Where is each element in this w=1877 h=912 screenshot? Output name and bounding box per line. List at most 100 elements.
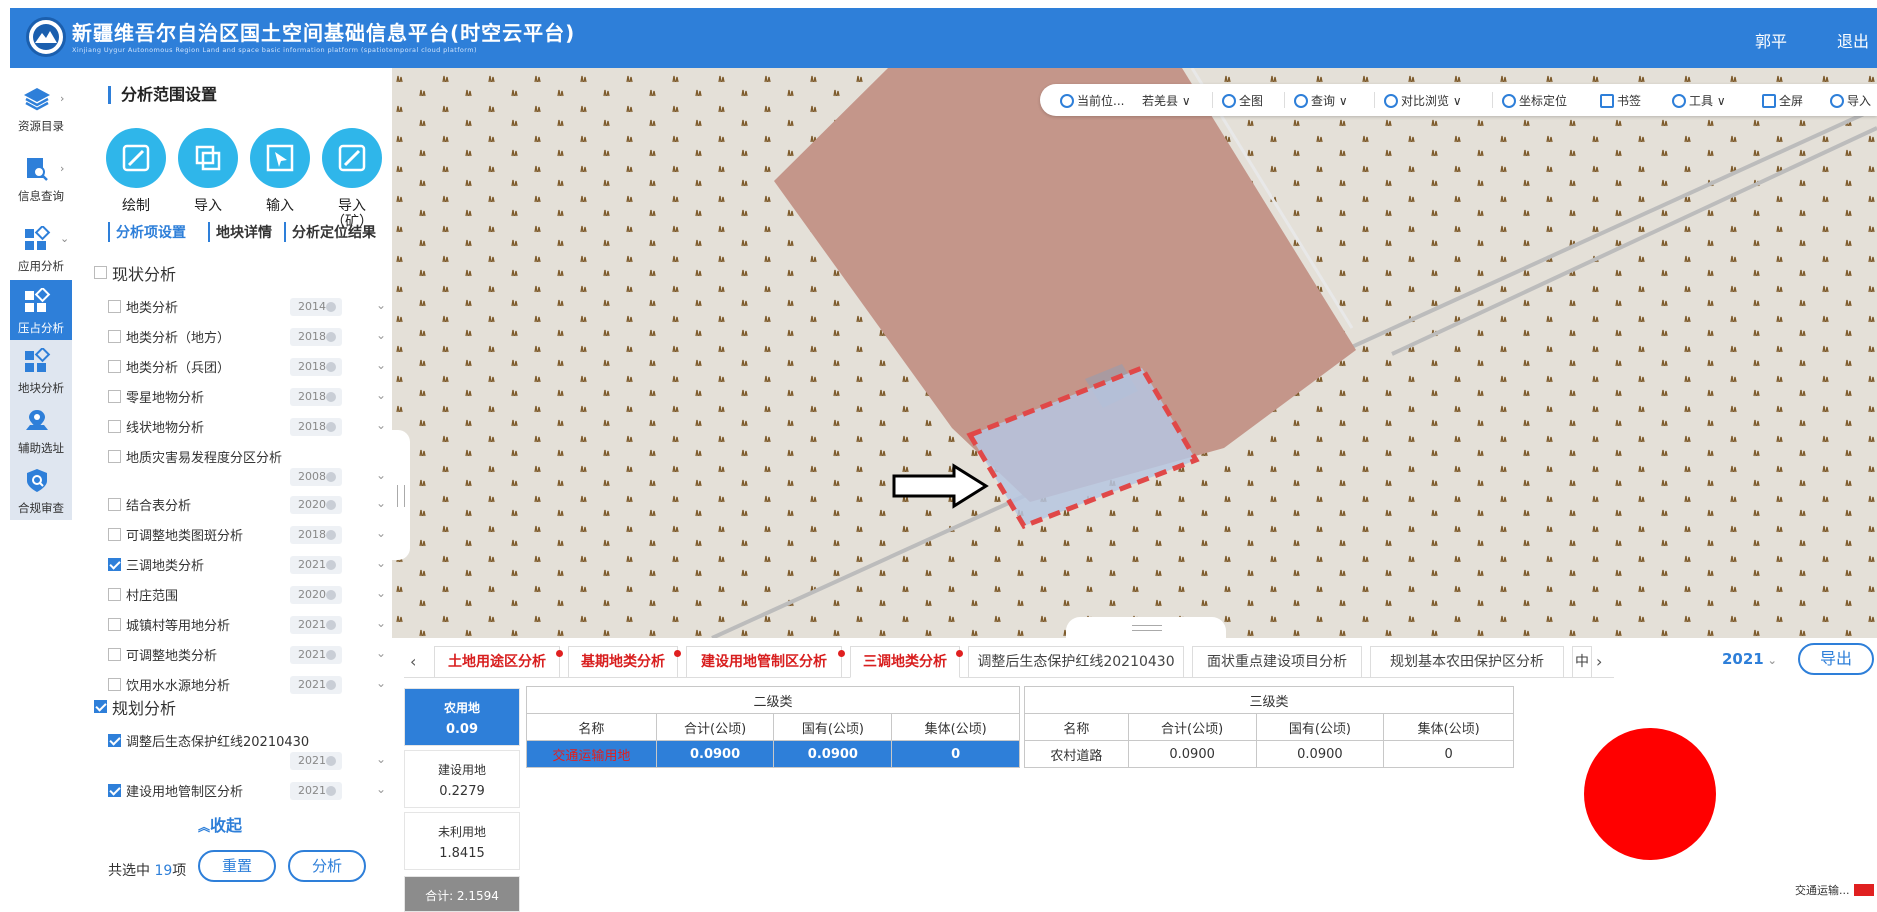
tools-button[interactable]: 工具 ∨ xyxy=(1672,92,1726,109)
tab-more[interactable]: 中 xyxy=(1572,646,1592,678)
analysis-item-row[interactable]: 可调整地类图斑分析 2018 ⌄ xyxy=(108,524,394,546)
year-select[interactable]: 2018 xyxy=(290,328,342,346)
chevron-down-icon[interactable]: ⌄ xyxy=(376,526,386,540)
analysis-item-row[interactable]: 城镇村等用地分析 2021 ⌄ xyxy=(108,614,394,636)
checkbox[interactable] xyxy=(108,528,121,541)
analysis-item-row[interactable]: 结合表分析 2020 ⌄ xyxy=(108,494,394,516)
current-location-button[interactable]: 当前位... xyxy=(1060,92,1124,109)
subtab-parcel-details[interactable]: 地块详情 xyxy=(208,222,272,242)
chevron-down-icon[interactable]: ⌄ xyxy=(376,646,386,660)
panel-collapse-handle[interactable] xyxy=(392,430,410,560)
analysis-item-row[interactable]: 地类分析 2014 ⌄ xyxy=(108,296,394,318)
analysis-item-row[interactable]: 地类分析（兵团） 2018 ⌄ xyxy=(108,356,394,378)
year-select[interactable]: 2020 xyxy=(290,586,342,604)
year-select[interactable]: 2021 xyxy=(290,782,342,800)
pie-chart-slice[interactable] xyxy=(1584,728,1716,860)
chevron-down-icon[interactable]: ⌄ xyxy=(376,782,386,796)
user-name[interactable]: 郭平 xyxy=(1755,28,1787,52)
checkbox[interactable] xyxy=(108,420,121,433)
chevron-down-icon[interactable]: ⌄ xyxy=(376,298,386,312)
checkbox[interactable] xyxy=(108,558,121,571)
tab-construction-control[interactable]: 建设用地管制区分析 xyxy=(686,646,845,678)
analysis-item-row[interactable]: 建设用地管制区分析 2021 ⌄ xyxy=(108,780,394,802)
checkbox[interactable] xyxy=(94,700,107,713)
checkbox[interactable] xyxy=(108,360,121,373)
year-select[interactable]: 2018 xyxy=(290,526,342,544)
import-mine-tool-button[interactable]: 导入 （矿） xyxy=(322,128,382,230)
analysis-item-row[interactable]: 调整后生态保护红线20210430 2021 ⌄ xyxy=(108,730,394,770)
rail-item-app-analysis[interactable]: ⌄ 应用分析 xyxy=(10,218,72,278)
reset-button[interactable]: 重置 xyxy=(198,850,276,882)
compare-browse-button[interactable]: 对比浏览 ∨ xyxy=(1384,92,1462,109)
analysis-item-row[interactable]: 三调地类分析 2021 ⌄ xyxy=(108,554,394,576)
tabs-prev-icon[interactable]: ‹ xyxy=(410,652,416,671)
collapse-button[interactable]: ︽收起 xyxy=(198,812,242,836)
tab-land-use-zone[interactable]: 土地用途区分析 xyxy=(434,646,563,678)
rail-item-occupation-analysis[interactable]: 压占分析 xyxy=(10,280,72,340)
chevron-down-icon[interactable]: ⌄ xyxy=(376,496,386,510)
coordinate-locate-button[interactable]: 坐标定位 xyxy=(1502,92,1567,109)
map-import-button[interactable]: 导入 xyxy=(1830,92,1871,109)
year-select[interactable]: 2014 xyxy=(290,298,342,316)
checkbox[interactable] xyxy=(108,588,121,601)
category-agricultural[interactable]: 农用地 0.09 xyxy=(404,688,520,746)
region-select[interactable]: 若羌县 ∨ xyxy=(1142,92,1191,109)
year-select[interactable]: 2018 xyxy=(290,388,342,406)
checkbox[interactable] xyxy=(108,330,121,343)
analyze-button[interactable]: 分析 xyxy=(288,850,366,882)
import-tool-button[interactable]: 导入 xyxy=(178,128,238,214)
analysis-item-row[interactable]: 地质灾害易发程度分区分析 2008 ⌄ xyxy=(108,446,394,486)
table-row[interactable]: 农村道路 0.0900 0.0900 0 xyxy=(1024,740,1514,768)
checkbox[interactable] xyxy=(108,300,121,313)
group-planning-analysis[interactable]: 规划分析 xyxy=(94,696,380,718)
year-select[interactable]: 2021 xyxy=(290,556,342,574)
year-select[interactable]: 2021 xyxy=(290,676,342,694)
year-select[interactable]: 2018 xyxy=(290,358,342,376)
tab-eco-redline[interactable]: 调整后生态保护红线20210430 xyxy=(968,646,1184,678)
checkbox[interactable] xyxy=(108,784,121,797)
analysis-item-row[interactable]: 可调整地类分析 2021 ⌄ xyxy=(108,644,394,666)
subtab-analysis-items[interactable]: 分析项设置 xyxy=(108,222,186,242)
chevron-down-icon[interactable]: ⌄ xyxy=(376,468,386,482)
year-select[interactable]: 2021 xyxy=(290,752,342,770)
checkbox[interactable] xyxy=(108,734,121,747)
year-select[interactable]: 2008 xyxy=(290,468,342,486)
full-extent-button[interactable]: 全图 xyxy=(1222,92,1263,109)
chevron-down-icon[interactable]: ⌄ xyxy=(376,556,386,570)
chevron-down-icon[interactable]: ⌄ xyxy=(376,328,386,342)
year-select[interactable]: 2021 xyxy=(290,616,342,634)
chevron-down-icon[interactable]: ⌄ xyxy=(376,418,386,432)
draw-tool-button[interactable]: 绘制 xyxy=(106,128,166,214)
table-row[interactable]: 交通运输用地 0.0900 0.0900 0 xyxy=(526,740,1020,768)
chevron-down-icon[interactable]: ⌄ xyxy=(376,676,386,690)
rail-item-resource-catalog[interactable]: › 资源目录 xyxy=(10,78,72,138)
chevron-down-icon[interactable]: ⌄ xyxy=(376,388,386,402)
group-current-analysis[interactable]: 现状分析 xyxy=(94,262,380,284)
fullscreen-button[interactable]: 全屏 xyxy=(1762,92,1803,109)
checkbox[interactable] xyxy=(108,450,121,463)
rail-item-parcel-analysis[interactable]: 地块分析 xyxy=(10,340,72,400)
checkbox[interactable] xyxy=(108,618,121,631)
analysis-item-row[interactable]: 线状地物分析 2018 ⌄ xyxy=(108,416,394,438)
checkbox[interactable] xyxy=(94,266,107,279)
tab-base-period-landtype[interactable]: 基期地类分析 xyxy=(568,646,681,678)
chart-legend[interactable]: 交通运输... xyxy=(1795,882,1874,898)
checkbox[interactable] xyxy=(108,390,121,403)
rail-item-compliance-review[interactable]: 合规审查 xyxy=(10,460,72,520)
year-select[interactable]: 2020 xyxy=(290,496,342,514)
year-select[interactable]: 2018 xyxy=(290,418,342,436)
analysis-item-row[interactable]: 村庄范围 2020 ⌄ xyxy=(108,584,394,606)
chevron-down-icon[interactable]: ⌄ xyxy=(376,616,386,630)
tab-third-survey-landtype[interactable]: 三调地类分析 xyxy=(850,646,963,678)
tab-key-projects[interactable]: 面状重点建设项目分析 xyxy=(1192,646,1362,678)
map-view[interactable] xyxy=(392,68,1877,638)
category-unused[interactable]: 未利用地 1.8415 xyxy=(404,812,520,870)
export-button[interactable]: 导出 xyxy=(1798,643,1874,675)
checkbox[interactable] xyxy=(108,648,121,661)
tabs-next-icon[interactable]: › xyxy=(1596,652,1602,671)
rail-item-site-selection[interactable]: 辅助选址 xyxy=(10,400,72,460)
analysis-item-row[interactable]: 饮用水水源地分析 2021 ⌄ xyxy=(108,674,394,696)
year-select[interactable]: 2021 xyxy=(290,646,342,664)
results-drawer-handle[interactable] xyxy=(1066,617,1226,639)
bookmark-button[interactable]: 书签 xyxy=(1600,92,1641,109)
